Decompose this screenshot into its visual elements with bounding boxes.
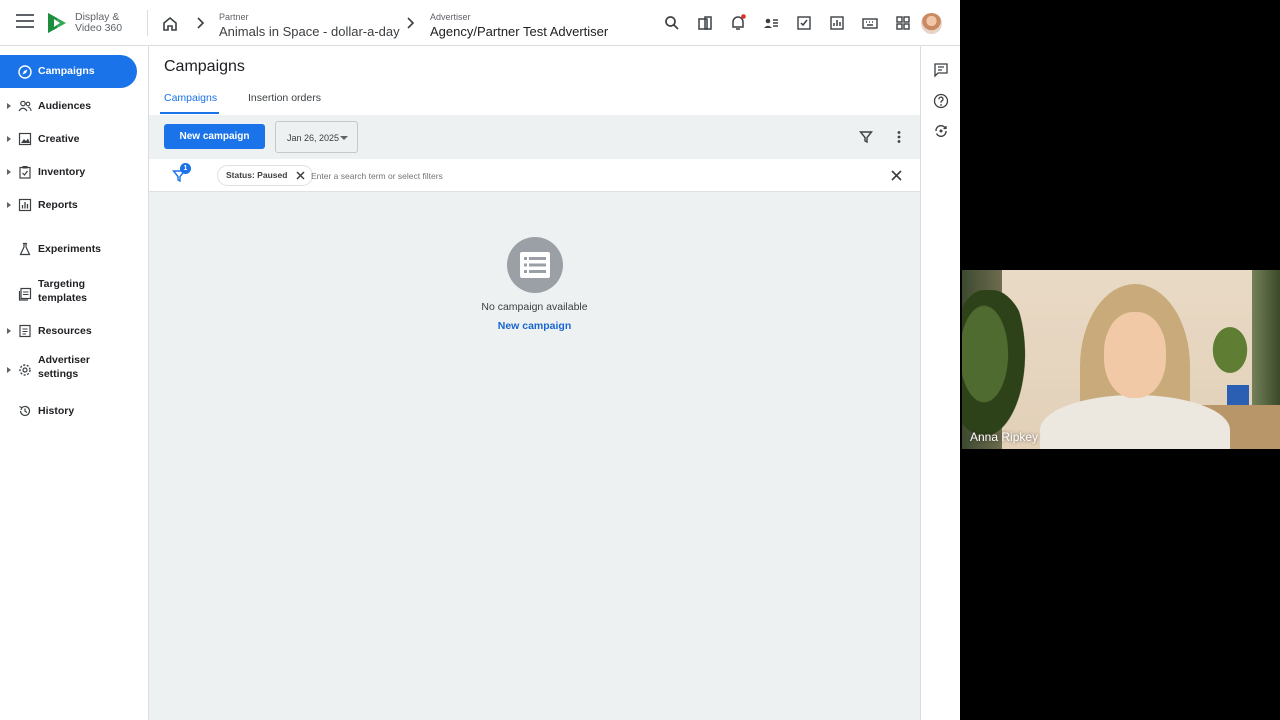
new-campaign-link[interactable]: New campaign (149, 320, 920, 332)
feedback-icon[interactable] (933, 62, 949, 78)
home-icon[interactable] (161, 15, 179, 33)
sidebar-item-resources[interactable]: Resources (0, 315, 149, 347)
page-header: Campaigns Campaigns Insertion orders (149, 46, 920, 115)
tab-campaigns[interactable]: Campaigns (164, 92, 217, 104)
remove-filter-icon[interactable] (295, 170, 306, 181)
apps-grid-icon[interactable] (894, 14, 912, 32)
plant-right (1200, 310, 1260, 390)
close-icon[interactable] (890, 169, 903, 182)
expand-caret-icon[interactable] (7, 202, 11, 208)
bar-chart-icon (18, 198, 32, 212)
date-label: Jan 26, 2025 (287, 133, 340, 143)
sidebar-item-label: Audiences (38, 100, 92, 112)
page-title: Campaigns (164, 58, 245, 75)
sidebar-item-history[interactable]: History (0, 395, 149, 427)
more-options-icon[interactable] (891, 129, 907, 145)
plant-pot (1227, 385, 1249, 407)
expand-caret-icon[interactable] (7, 136, 11, 142)
filter-bar: 1 Status: Paused (149, 159, 920, 192)
sidebar: Campaigns Audiences Creative Inventory R… (0, 46, 149, 720)
sidebar-item-label: Resources (38, 325, 92, 337)
right-rail (920, 46, 960, 720)
status-filter-chip[interactable]: Status: Paused (217, 165, 314, 186)
tab-insertion-orders[interactable]: Insertion orders (248, 92, 321, 104)
new-campaign-button[interactable]: New campaign (164, 124, 265, 149)
sidebar-item-label: Advertiser settings (38, 354, 90, 380)
advertiser-label: Advertiser (430, 12, 471, 22)
sidebar-item-targeting-templates[interactable]: Targeting templates (0, 274, 149, 314)
list-icon (520, 252, 550, 278)
sidebar-item-reports[interactable]: Reports (0, 189, 149, 221)
chip-label: Status: Paused (226, 170, 288, 180)
manage-users-icon[interactable] (762, 14, 780, 32)
gear-icon (19, 364, 31, 376)
reports-icon[interactable] (828, 14, 846, 32)
divider (147, 10, 148, 36)
sidebar-item-campaigns[interactable]: Campaigns (0, 55, 137, 88)
history-icon (19, 405, 31, 417)
sidebar-item-creative[interactable]: Creative (0, 123, 149, 155)
sidebar-item-advertiser-settings[interactable]: Advertiser settings (0, 350, 149, 390)
compass-icon (18, 65, 32, 79)
partner-label: Partner (219, 12, 249, 22)
keyboard-icon[interactable] (861, 14, 879, 32)
notification-bell-icon[interactable] (729, 14, 747, 32)
dropdown-arrow-icon (340, 136, 348, 140)
image-icon (18, 132, 32, 146)
sidebar-item-experiments[interactable]: Experiments (0, 233, 149, 265)
sync-icon[interactable] (933, 123, 949, 139)
top-bar: Display & Video 360 Partner Animals in S… (0, 0, 960, 46)
dv360-logo-icon (48, 13, 66, 33)
sidebar-item-audiences[interactable]: Audiences (0, 90, 149, 122)
chevron-right-icon (197, 17, 205, 29)
date-selector[interactable]: Jan 26, 2025 (275, 121, 358, 153)
expand-caret-icon[interactable] (7, 328, 11, 334)
participant-face (1104, 312, 1166, 398)
expand-caret-icon[interactable] (7, 367, 11, 373)
document-icon (19, 324, 31, 338)
empty-state-message: No campaign available (481, 301, 588, 313)
people-icon (18, 100, 32, 112)
sidebar-item-label: Creative (38, 133, 80, 145)
building-icon[interactable] (696, 14, 714, 32)
filter-search-input[interactable] (311, 167, 851, 184)
checklist-icon[interactable] (795, 14, 813, 32)
sidebar-item-label: Inventory (38, 166, 86, 178)
menu-icon[interactable] (16, 14, 34, 28)
template-icon (18, 287, 32, 301)
expand-caret-icon[interactable] (7, 103, 11, 109)
advertiser-selector[interactable]: Agency/Partner Test Advertiser (430, 24, 608, 39)
sidebar-item-label: Reports (38, 199, 78, 211)
flask-icon (19, 242, 31, 256)
filter-icon[interactable] (858, 129, 874, 145)
clipboard-icon (19, 166, 31, 179)
chevron-right-icon (407, 17, 415, 29)
empty-state-illustration (507, 237, 563, 293)
sidebar-item-label: Experiments (38, 243, 102, 255)
participant-name: Anna Ripkey (970, 430, 1039, 444)
toolbar: New campaign Jan 26, 2025 (149, 115, 920, 159)
sidebar-item-inventory[interactable]: Inventory (0, 156, 149, 188)
main-content: Campaigns Campaigns Insertion orders New… (149, 46, 920, 720)
sidebar-item-label: Targeting templates (38, 278, 88, 304)
app-name: Display & Video 360 (75, 11, 123, 34)
filter-count-badge: 1 (180, 163, 191, 174)
dv360-app: Display & Video 360 Partner Animals in S… (0, 0, 960, 720)
active-tab-indicator (160, 112, 219, 114)
sidebar-item-label: Campaigns (38, 65, 95, 77)
help-icon[interactable] (933, 93, 949, 109)
sidebar-item-label: History (38, 405, 75, 417)
video-participant-tile: Anna Ripkey (962, 270, 1280, 449)
search-icon[interactable] (663, 14, 681, 32)
expand-caret-icon[interactable] (7, 169, 11, 175)
avatar[interactable] (921, 13, 942, 34)
partner-selector[interactable]: Animals in Space - dollar-a-day (219, 24, 400, 39)
